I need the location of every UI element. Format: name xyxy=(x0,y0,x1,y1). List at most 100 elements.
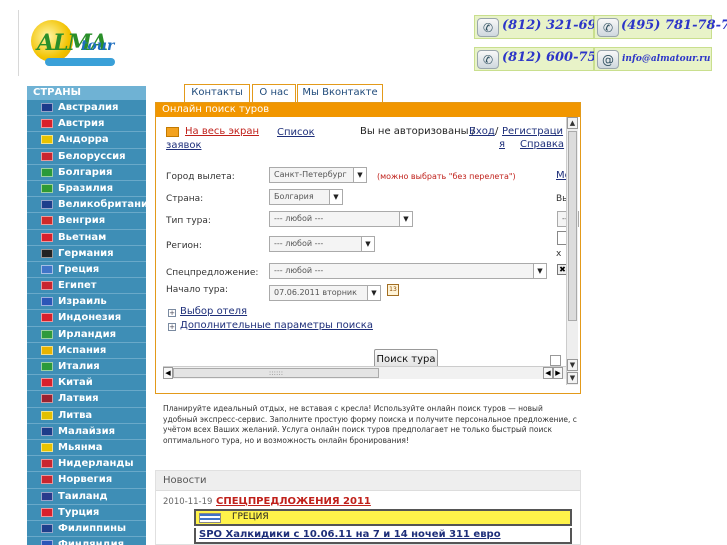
flag-icon xyxy=(41,540,53,545)
greece-flag-icon xyxy=(199,513,221,523)
sidebar-item-country[interactable]: Австралия xyxy=(27,100,146,117)
sidebar-item-country[interactable]: Венгрия xyxy=(27,213,146,230)
flag-icon xyxy=(41,135,53,145)
sidebar-item-country[interactable]: Бразилия xyxy=(27,181,146,198)
scroll-left-icon[interactable]: ◀ xyxy=(163,367,173,379)
sidebar-item-country[interactable]: Испания xyxy=(27,343,146,359)
sidebar-item-country[interactable]: Финляндия xyxy=(27,537,146,545)
tour-start-date-select[interactable]: 07.06.2011 вторник ▼ xyxy=(269,285,381,301)
sidebar-item-country[interactable]: Латвия xyxy=(27,391,146,408)
scroll-thumb[interactable]: :::::: xyxy=(173,368,379,378)
scroll-up-icon[interactable]: ▲ xyxy=(567,117,578,129)
country-label: Германия xyxy=(58,247,114,259)
extra-params-link[interactable]: Дополнительные параметры поиска xyxy=(180,320,373,331)
expand-plus-icon[interactable]: + xyxy=(168,323,176,331)
fullscreen-icon[interactable] xyxy=(166,127,179,137)
news-offer-link[interactable]: SPO Халкидики с 10.06.11 на 7 и 14 ночей… xyxy=(194,528,572,544)
flag-icon xyxy=(41,475,53,485)
sidebar-item-country[interactable]: Филиппины xyxy=(27,521,146,538)
sidebar-item-country[interactable]: Малайзия xyxy=(27,424,146,440)
phone-row-2: ✆ (495) 781-78-78 xyxy=(594,15,727,39)
login-link[interactable]: Вход xyxy=(469,126,495,137)
scroll-thumb[interactable] xyxy=(568,131,577,321)
news-headline-link[interactable]: СПЕЦПРЕДЛОЖЕНИЯ 2011 xyxy=(216,496,371,507)
flag-icon xyxy=(41,200,53,210)
sidebar-item-country[interactable]: Белоруссия xyxy=(27,149,146,165)
special-offer-select[interactable]: --- любой --- ▼ xyxy=(269,263,547,279)
sidebar-item-country[interactable]: Италия xyxy=(27,359,146,376)
tab-vkontakte[interactable]: Мы Вконтакте xyxy=(297,84,383,102)
sidebar-item-country[interactable]: Египет xyxy=(27,278,146,295)
calendar-icon[interactable]: 13 xyxy=(387,284,399,296)
chevron-down-icon: ▼ xyxy=(329,190,342,204)
fullscreen-link[interactable]: На весь экран xyxy=(185,126,259,137)
country-label: Китай xyxy=(58,377,93,389)
sidebar-item-country[interactable]: Германия xyxy=(27,246,146,262)
help-link[interactable]: Справка xyxy=(520,139,564,150)
hotel-choice-link[interactable]: Выбор отеля xyxy=(180,306,247,317)
phone-row-3: ✆ (812) 600-75-75 xyxy=(474,47,620,71)
tour-type-label: Тип тура: xyxy=(166,216,211,226)
sidebar-item-country[interactable]: Мьянма xyxy=(27,440,146,457)
sidebar-item-country[interactable]: Китай xyxy=(27,375,146,392)
expand-plus-icon[interactable]: + xyxy=(168,309,176,317)
phone-icon: ✆ xyxy=(477,50,499,69)
tour-type-select[interactable]: --- любой --- ▼ xyxy=(269,211,413,227)
country-label: Малайзия xyxy=(58,425,116,437)
sidebar-item-country[interactable]: Андорра xyxy=(27,132,146,149)
country-label: Болгария xyxy=(58,166,113,178)
country-label: Австрия xyxy=(58,118,105,130)
almatour-logo[interactable]: ALMA tour xyxy=(27,14,117,72)
sidebar-item-country[interactable]: Ирландия xyxy=(27,327,146,343)
scroll-down-icon[interactable]: ▼ xyxy=(567,359,578,371)
flag-icon xyxy=(41,362,53,371)
orders-link[interactable]: заявок xyxy=(166,140,202,151)
logo-word-tour: tour xyxy=(81,38,115,54)
country-label: Австралия xyxy=(58,102,119,113)
vertical-scrollbar[interactable]: ▲ ▼ ▼ xyxy=(566,117,578,385)
sidebar-item-country[interactable]: Норвегия xyxy=(27,472,146,489)
country-label: Испания xyxy=(58,344,107,356)
list-link[interactable]: Список xyxy=(277,127,315,138)
sidebar-item-country[interactable]: Литва xyxy=(27,408,146,424)
register-link[interactable]: Регистраци xyxy=(502,126,563,137)
scroll-right-icon[interactable]: ▶ xyxy=(553,367,563,379)
departure-value: Санкт-Петербург xyxy=(274,170,347,179)
tour-start-value: 07.06.2011 вторник xyxy=(274,288,357,297)
country-select[interactable]: Болгария ▼ xyxy=(269,189,343,205)
horizontal-scrollbar[interactable]: ◀ :::::: ◀ ▶ xyxy=(163,366,575,379)
sidebar-item-country[interactable]: Израиль xyxy=(27,294,146,311)
departure-select[interactable]: Санкт-Петербург ▼ xyxy=(269,167,367,183)
site-header: ALMA tour ✆ (812) 321-69-29 ✆ (495) 781-… xyxy=(18,10,727,76)
sidebar-item-country[interactable]: Таиланд xyxy=(27,489,146,505)
register-link-wrap[interactable]: я xyxy=(499,139,505,150)
country-label: Мьянма xyxy=(58,441,103,453)
news-block: Новости 2010-11-19 СПЕЦПРЕДЛОЖЕНИЯ 2011 … xyxy=(155,470,581,545)
phone-number: (495) 781-78-78 xyxy=(621,18,727,33)
email-address[interactable]: info@almatour.ru xyxy=(622,54,710,64)
country-label: Израиль xyxy=(58,296,107,308)
tab-about[interactable]: О нас xyxy=(252,84,296,102)
sidebar-item-country[interactable]: Вьетнам xyxy=(27,230,146,246)
email-row[interactable]: @ info@almatour.ru xyxy=(594,47,712,71)
flag-icon xyxy=(41,442,53,452)
sidebar-item-country[interactable]: Болгария xyxy=(27,165,146,181)
sidebar-item-country[interactable]: Греция xyxy=(27,262,146,279)
sidebar-item-country[interactable]: Великобритания xyxy=(27,197,146,214)
cut-off-checkbox-2[interactable] xyxy=(550,355,561,366)
flag-icon xyxy=(41,329,53,339)
country-label: Финляндия xyxy=(58,539,124,545)
sidebar-item-country[interactable]: Австрия xyxy=(27,116,146,133)
flag-icon xyxy=(41,167,53,177)
sidebar-item-country[interactable]: Индонезия xyxy=(27,310,146,327)
country-label: Турция xyxy=(58,506,100,518)
flag-icon xyxy=(41,232,53,242)
region-select[interactable]: --- любой --- ▼ xyxy=(269,236,375,252)
sidebar-item-country[interactable]: Турция xyxy=(27,505,146,521)
sidebar-item-country[interactable]: Нидерланды xyxy=(27,456,146,473)
news-title: Новости xyxy=(156,471,580,491)
chevron-down-icon: ▼ xyxy=(361,237,374,251)
scroll-left-icon[interactable]: ◀ xyxy=(543,367,553,379)
scroll-down-icon[interactable]: ▼ xyxy=(567,372,578,384)
tab-contacts[interactable]: Контакты xyxy=(184,84,250,102)
